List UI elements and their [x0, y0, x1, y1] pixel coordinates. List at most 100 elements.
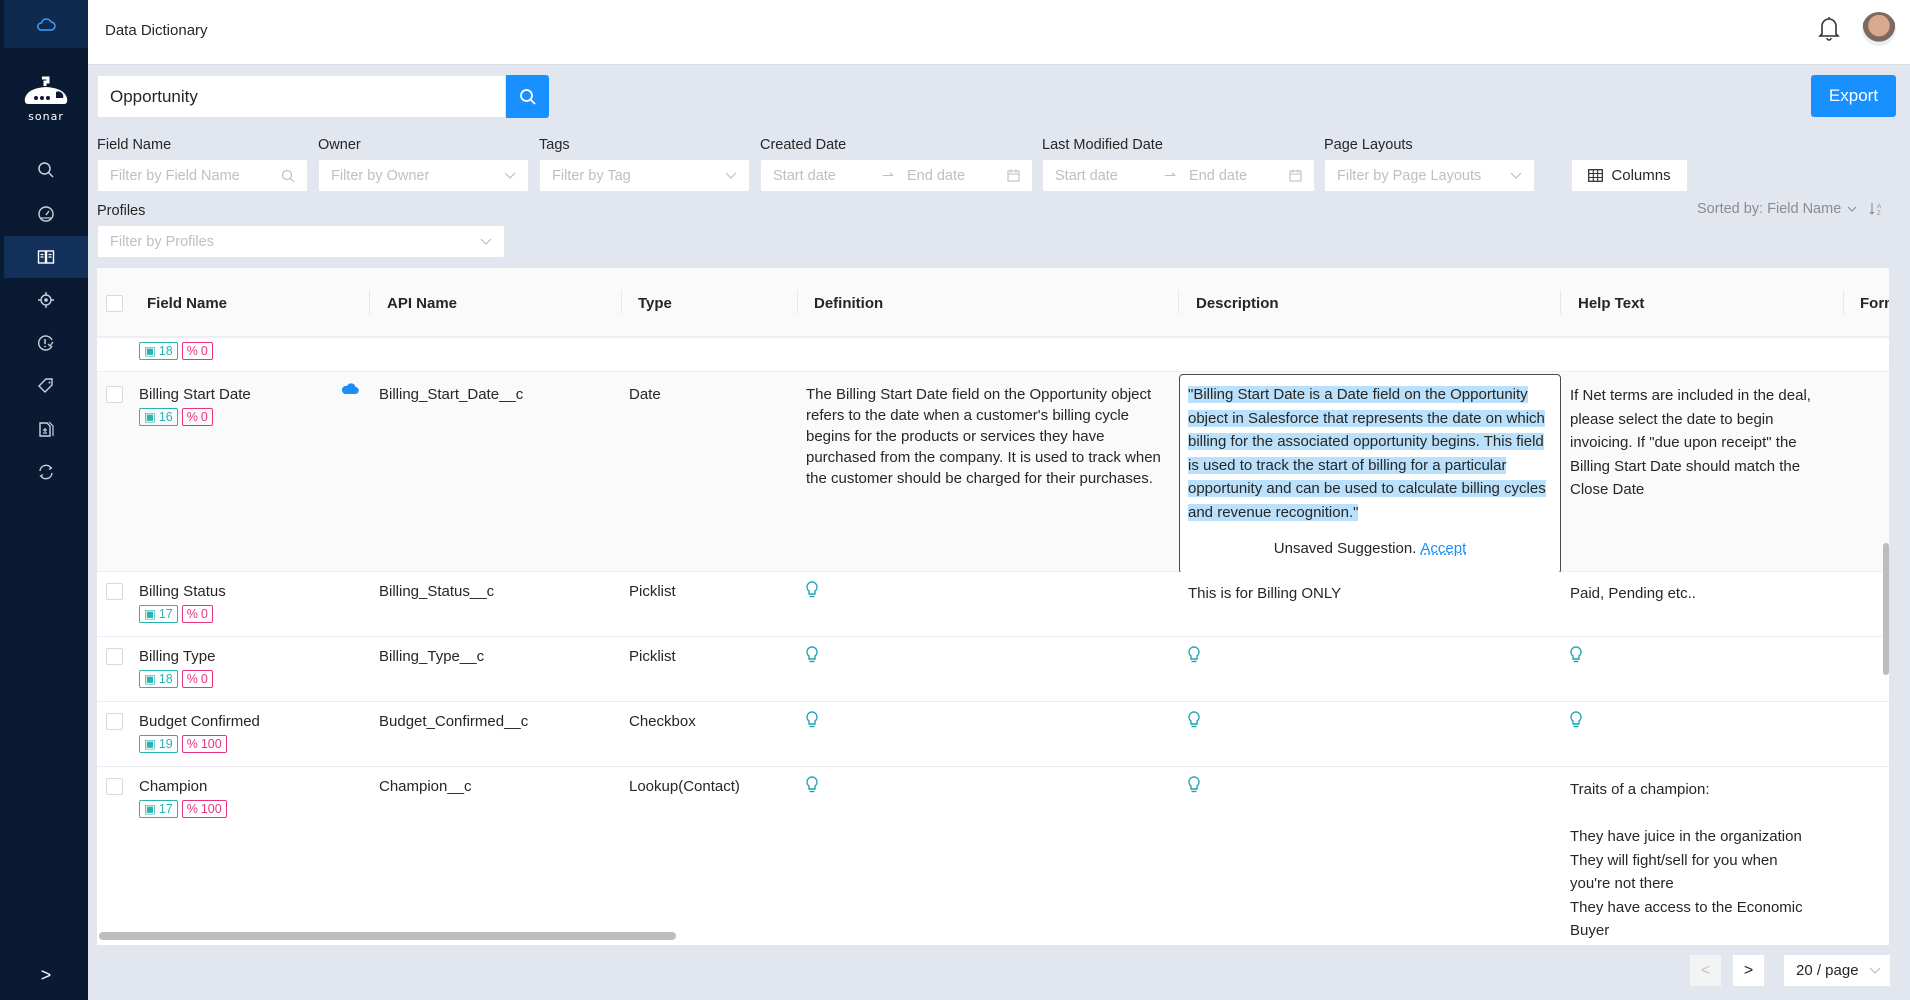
page-layouts-filter-placeholder: Filter by Page Layouts: [1337, 167, 1482, 184]
row-checkbox[interactable]: [106, 386, 123, 403]
help-text[interactable]: If Net terms are included in the deal, p…: [1570, 384, 1840, 502]
sidebar-item-tags[interactable]: [4, 365, 88, 407]
help-text-line: They have juice in the organization: [1570, 828, 1802, 845]
page-size-select[interactable]: 20 / page: [1783, 954, 1891, 987]
field-type: Date: [629, 386, 661, 403]
lightbulb-suggest-icon[interactable]: [806, 776, 818, 794]
columns-button[interactable]: Columns: [1571, 159, 1688, 192]
profiles-filter[interactable]: Filter by Profiles: [97, 225, 505, 258]
column-header-definition[interactable]: Definition: [814, 268, 883, 338]
description[interactable]: This is for Billing ONLY: [1188, 583, 1341, 604]
notifications-button[interactable]: [1818, 15, 1840, 45]
field-name[interactable]: Billing Type: [139, 646, 215, 667]
logo-text: sonar: [28, 110, 64, 123]
column-header-type[interactable]: Type: [638, 268, 672, 338]
vertical-scrollbar[interactable]: [1883, 543, 1889, 675]
sidebar-item-target[interactable]: [4, 279, 88, 321]
export-button[interactable]: Export: [1811, 75, 1896, 117]
lightbulb-suggest-icon[interactable]: [1188, 646, 1200, 664]
table-icon: [1588, 169, 1604, 182]
select-all-checkbox[interactable]: [106, 295, 123, 312]
accept-suggestion-link[interactable]: Accept: [1420, 540, 1466, 557]
fill-rate-value: 0: [200, 606, 208, 621]
lightbulb-suggest-icon[interactable]: [806, 711, 818, 729]
chevron-down-icon: [1510, 172, 1522, 179]
created-start-date[interactable]: Start date: [773, 168, 873, 184]
next-page-button[interactable]: >: [1732, 954, 1765, 987]
lightbulb-suggest-icon[interactable]: [1570, 646, 1582, 664]
sidebar-expand-button[interactable]: >: [4, 965, 88, 986]
help-text[interactable]: Paid, Pending etc..: [1570, 583, 1696, 604]
modified-end-date[interactable]: End date: [1189, 168, 1247, 184]
page-layouts-filter[interactable]: Filter by Page Layouts: [1324, 159, 1535, 192]
column-header-description[interactable]: Description: [1196, 268, 1279, 338]
chevron-down-icon: [725, 172, 737, 179]
column-header-field-name[interactable]: Field Name: [147, 268, 227, 338]
sidebar-item-dashboard[interactable]: [4, 193, 88, 235]
definition[interactable]: The Billing Start Date field on the Oppo…: [806, 384, 1174, 489]
previous-page-button[interactable]: <: [1689, 954, 1722, 987]
owner-filter[interactable]: Filter by Owner: [318, 159, 529, 192]
table-row[interactable]: Billing Status ▣ 17 % 0 Billing_Status__c …: [97, 572, 1889, 637]
column-divider: [797, 290, 798, 314]
help-text-line: you're not there: [1570, 875, 1674, 892]
fill-rate-value: 0: [200, 671, 208, 686]
field-name-filter[interactable]: Filter by Field Name: [97, 159, 308, 192]
lightbulb-suggest-icon[interactable]: [1188, 776, 1200, 794]
table-row[interactable]: Billing Type ▣ 18 % 0 Billing_Type__c Pick…: [97, 637, 1889, 702]
row-checkbox[interactable]: [106, 713, 123, 730]
lightbulb-suggest-icon[interactable]: [806, 646, 818, 664]
lightbulb-suggest-icon[interactable]: [1570, 711, 1582, 729]
field-type: Picklist: [629, 648, 676, 665]
cloud-home-button[interactable]: [4, 0, 88, 48]
row-checkbox[interactable]: [106, 648, 123, 665]
row-checkbox[interactable]: [106, 778, 123, 795]
field-name[interactable]: Billing Start Date: [139, 384, 251, 405]
search-icon: [38, 162, 54, 178]
modified-start-date[interactable]: Start date: [1055, 168, 1155, 184]
table-row[interactable]: Budget Confirmed ▣ 19 % 100 Budget_Confirm…: [97, 702, 1889, 767]
column-header-form[interactable]: Form: [1860, 268, 1889, 338]
suggested-description-text[interactable]: "Billing Start Date is a Date field on t…: [1188, 383, 1553, 524]
field-name[interactable]: Champion: [139, 776, 207, 797]
table-row[interactable]: Champion ▣ 17 % 100 Champion__c Lookup(Con…: [97, 767, 1889, 945]
field-name[interactable]: Billing Status: [139, 581, 226, 602]
search-icon: [519, 88, 536, 105]
sidebar-item-data-dictionary[interactable]: [4, 236, 88, 278]
search-button[interactable]: [506, 75, 549, 118]
last-modified-date-filter[interactable]: Start date ⇀ End date: [1042, 159, 1315, 192]
column-header-help-text[interactable]: Help Text: [1578, 268, 1644, 338]
object-search-input[interactable]: [98, 76, 505, 117]
fields-table: Field Name API Name Type Definition Desc…: [97, 268, 1889, 945]
sort-ascending-icon[interactable]: AZ: [1869, 202, 1883, 216]
suggestion-footer: Unsaved Suggestion. Accept: [1180, 540, 1560, 557]
object-search-field[interactable]: [97, 75, 506, 118]
column-header-api-name[interactable]: API Name: [387, 268, 457, 338]
lightbulb-suggest-icon[interactable]: [806, 581, 818, 599]
horizontal-scrollbar[interactable]: [99, 932, 676, 940]
percent-icon: %: [186, 736, 198, 751]
table-row[interactable]: Billing Start Date ▣ 16 % 0 Billing_Start_…: [97, 372, 1889, 574]
tags-filter[interactable]: Filter by Tag: [539, 159, 750, 192]
field-name[interactable]: Budget Confirmed: [139, 711, 260, 732]
help-text-line: They have access to the Economic: [1570, 898, 1803, 916]
api-name: Billing_Type__c: [379, 648, 485, 665]
user-avatar[interactable]: [1862, 12, 1896, 46]
sidebar-item-alerts[interactable]: [4, 322, 88, 364]
help-text[interactable]: Traits of a champion: They have juice in…: [1570, 778, 1840, 943]
sidebar: sonar >: [0, 0, 88, 1000]
lightbulb-suggest-icon[interactable]: [1188, 711, 1200, 729]
page-title: Data Dictionary: [105, 22, 208, 39]
sidebar-item-documents[interactable]: [4, 408, 88, 450]
sort-label: Sorted by: Field Name: [1697, 201, 1842, 217]
sidebar-item-search[interactable]: [4, 149, 88, 191]
sidebar-item-sync[interactable]: [4, 451, 88, 493]
chevron-down-icon: [1847, 206, 1857, 212]
api-name: Champion__c: [379, 778, 472, 795]
submarine-icon: [24, 76, 68, 104]
sort-selector[interactable]: Sorted by: Field Name AZ: [1697, 201, 1883, 217]
created-end-date[interactable]: End date: [907, 168, 965, 184]
created-date-filter[interactable]: Start date ⇀ End date: [760, 159, 1033, 192]
page-size-value: 20 / page: [1796, 962, 1859, 979]
row-checkbox[interactable]: [106, 583, 123, 600]
